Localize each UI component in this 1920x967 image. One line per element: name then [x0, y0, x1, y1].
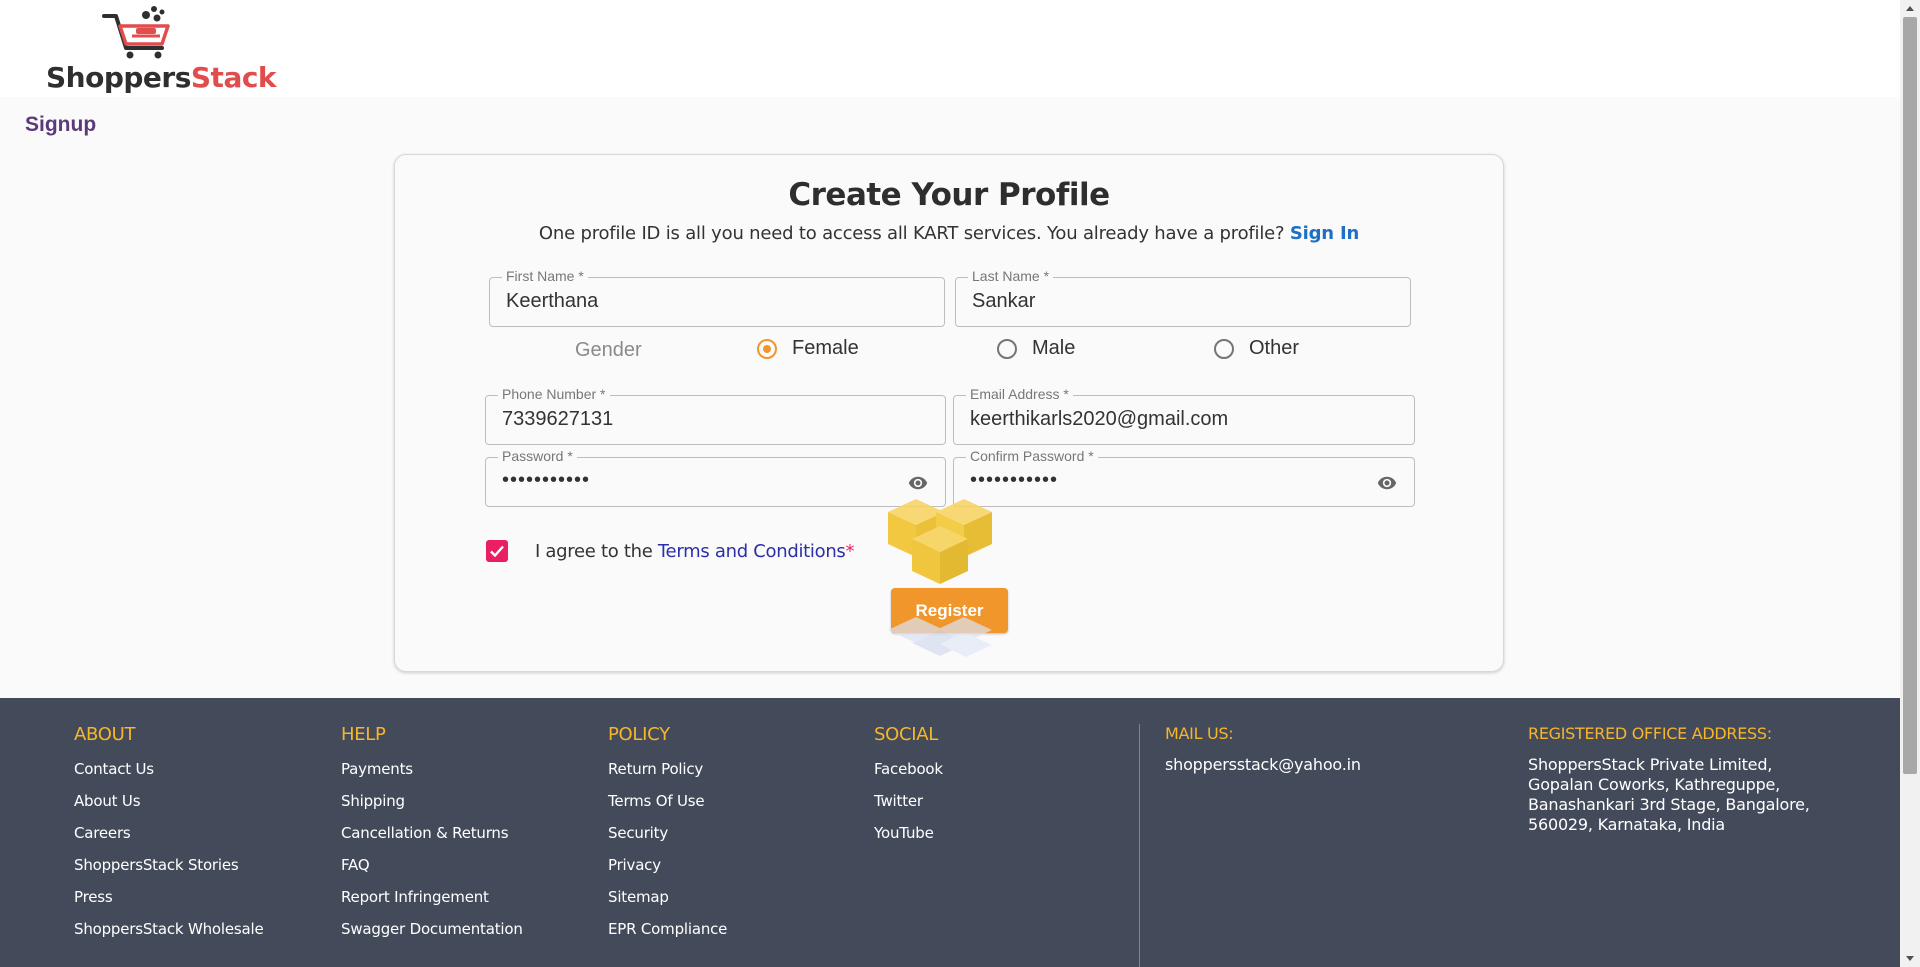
confirm-password-label: Confirm Password *	[966, 448, 1098, 464]
gender-other-radio[interactable]: Other	[1214, 337, 1299, 360]
password-input[interactable]: •••••••••••	[502, 469, 869, 492]
terms-checkbox[interactable]	[486, 540, 508, 562]
footer-link[interactable]: Privacy	[608, 855, 727, 875]
email-label: Email Address *	[966, 386, 1073, 402]
footer-policy-heading: POLICY	[608, 724, 670, 745]
form-subtitle: One profile ID is all you need to access…	[395, 223, 1503, 244]
footer-link[interactable]: YouTube	[874, 823, 943, 843]
site-footer: ABOUT Contact Us About Us Careers Shoppe…	[0, 698, 1900, 967]
footer-about: ABOUT Contact Us About Us Careers Shoppe…	[74, 724, 264, 951]
radio-circle-female[interactable]	[757, 338, 777, 359]
footer-link[interactable]: Press	[74, 887, 263, 907]
radio-circle-male[interactable]	[997, 338, 1017, 359]
footer-office-line: Banashankari 3rd Stage, Bangalore,	[1528, 795, 1810, 814]
logo-text: ShoppersStack	[46, 61, 277, 94]
footer-divider	[1139, 724, 1140, 967]
confirm-password-field[interactable]: Confirm Password * •••••••••••	[953, 448, 1415, 507]
footer-link[interactable]: EPR Compliance	[608, 919, 727, 939]
footer-about-heading: ABOUT	[74, 724, 136, 745]
email-field[interactable]: Email Address * keerthikarls2020@gmail.c…	[953, 386, 1415, 445]
first-name-input[interactable]: Keerthana	[506, 290, 869, 313]
footer-policy: POLICY Return Policy Terms Of Use Securi…	[608, 724, 727, 951]
footer-link[interactable]: Shipping	[341, 791, 523, 811]
footer-link[interactable]: ShoppersStack Stories	[74, 855, 263, 875]
last-name-input[interactable]: Sankar	[972, 290, 1335, 313]
radio-circle-other[interactable]	[1214, 338, 1234, 359]
footer-office: REGISTERED OFFICE ADDRESS: ShoppersStack…	[1528, 724, 1810, 835]
footer-link[interactable]: Sitemap	[608, 887, 727, 907]
footer-link[interactable]: About Us	[74, 791, 263, 811]
footer-office-line: Gopalan Coworks, Kathreguppe,	[1528, 775, 1781, 794]
footer-mail: MAIL US: shoppersstack@yahoo.in	[1165, 724, 1361, 775]
footer-office-heading: REGISTERED OFFICE ADDRESS:	[1528, 724, 1772, 743]
gender-male-radio[interactable]: Male	[997, 337, 1075, 360]
footer-social: SOCIAL Facebook Twitter YouTube	[874, 724, 943, 855]
footer-link[interactable]: Terms Of Use	[608, 791, 727, 811]
footer-mail-heading: MAIL US:	[1165, 724, 1234, 743]
cart-logo-icon	[102, 6, 170, 59]
agree-text: I agree to the	[535, 541, 653, 562]
footer-link[interactable]: Twitter	[874, 791, 943, 811]
footer-link[interactable]: Contact Us	[74, 759, 263, 779]
show-confirm-password-eye-icon[interactable]	[1376, 473, 1398, 493]
site-header: ShoppersStack	[0, 0, 1900, 97]
footer-link[interactable]: Careers	[74, 823, 263, 843]
footer-link[interactable]: FAQ	[341, 855, 523, 875]
terms-link[interactable]: Terms and Conditions	[658, 541, 846, 562]
password-label: Password *	[498, 448, 577, 464]
scroll-down-arrow-icon[interactable]	[1900, 950, 1920, 967]
email-input[interactable]: keerthikarls2020@gmail.com	[970, 408, 1338, 431]
shoppersstack-logo[interactable]: ShoppersStack	[46, 4, 277, 94]
page-scrollbar[interactable]	[1900, 0, 1920, 967]
main-content: Signup Create Your Profile One profile I…	[0, 97, 1900, 698]
gender-label: Gender	[575, 339, 642, 361]
footer-link[interactable]: Cancellation & Returns	[341, 823, 523, 843]
sign-in-link[interactable]: Sign In	[1290, 223, 1359, 244]
loading-cubes-icon	[888, 499, 992, 657]
logo-text-part1: Shoppers	[46, 61, 191, 94]
gender-other-label: Other	[1249, 337, 1300, 359]
checkmark-icon	[490, 545, 504, 558]
scroll-up-arrow-icon[interactable]	[1900, 0, 1920, 17]
footer-help: HELP Payments Shipping Cancellation & Re…	[341, 724, 523, 951]
phone-field[interactable]: Phone Number * 7339627131	[485, 386, 946, 445]
last-name-label: Last Name *	[968, 268, 1054, 284]
footer-office-line: 560029, Karnataka, India	[1528, 815, 1726, 834]
password-field[interactable]: Password * •••••••••••	[485, 448, 946, 507]
footer-link[interactable]: Security	[608, 823, 727, 843]
footer-help-heading: HELP	[341, 724, 386, 745]
gender-female-label: Female	[792, 337, 859, 359]
terms-required-mark: *	[845, 541, 855, 562]
footer-link[interactable]: Facebook	[874, 759, 943, 779]
first-name-field[interactable]: First Name * Keerthana	[489, 268, 945, 327]
gender-male-label: Male	[1032, 337, 1076, 359]
form-subtitle-text: One profile ID is all you need to access…	[538, 223, 1285, 244]
phone-label: Phone Number *	[498, 386, 610, 402]
confirm-password-input[interactable]: •••••••••••	[970, 469, 1338, 492]
footer-link[interactable]: Report Infringement	[341, 887, 523, 907]
terms-agreement: I agree to the Terms and Conditions*	[535, 541, 855, 562]
show-password-eye-icon[interactable]	[907, 473, 929, 493]
scrollbar-thumb[interactable]	[1903, 17, 1917, 774]
footer-link[interactable]: Swagger Documentation	[341, 919, 523, 939]
phone-input[interactable]: 7339627131	[502, 408, 869, 431]
page-title: Signup	[25, 113, 97, 136]
footer-office-line: ShoppersStack Private Limited,	[1528, 755, 1773, 774]
gender-female-radio[interactable]: Female	[757, 337, 859, 360]
footer-link[interactable]: Return Policy	[608, 759, 727, 779]
logo-text-part2: Stack	[190, 61, 277, 94]
form-title: Create Your Profile	[788, 177, 1110, 213]
footer-social-heading: SOCIAL	[874, 724, 939, 745]
footer-mail-address[interactable]: shoppersstack@yahoo.in	[1165, 755, 1361, 775]
first-name-label: First Name *	[502, 268, 588, 284]
footer-link[interactable]: Payments	[341, 759, 523, 779]
footer-link[interactable]: ShoppersStack Wholesale	[74, 919, 264, 939]
last-name-field[interactable]: Last Name * Sankar	[955, 268, 1411, 327]
